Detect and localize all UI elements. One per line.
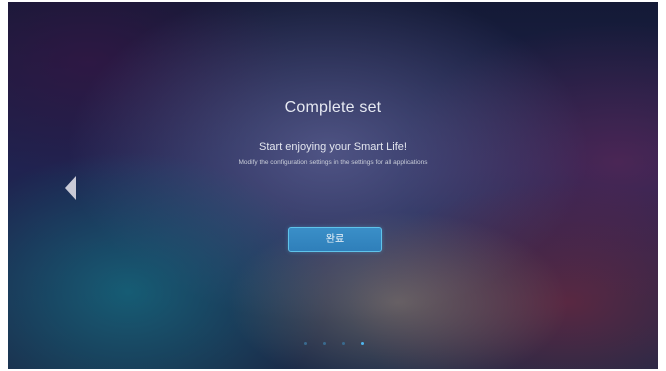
page-description: Modify the configuration settings in the…: [238, 159, 428, 166]
done-button[interactable]: 완료: [288, 227, 382, 252]
page-indicator: [304, 342, 374, 348]
chevron-left-icon: [65, 176, 76, 200]
page-dot-4-active[interactable]: [361, 342, 364, 345]
page-dot-3[interactable]: [342, 342, 345, 345]
page-dot-1[interactable]: [304, 342, 307, 345]
page-subtitle: Start enjoying your Smart Life!: [259, 141, 407, 153]
page-dot-2[interactable]: [323, 342, 326, 345]
page-title: Complete set: [284, 99, 382, 116]
previous-page-button[interactable]: [64, 175, 78, 201]
setup-wizard-screen: Complete set Start enjoying your Smart L…: [8, 2, 658, 369]
